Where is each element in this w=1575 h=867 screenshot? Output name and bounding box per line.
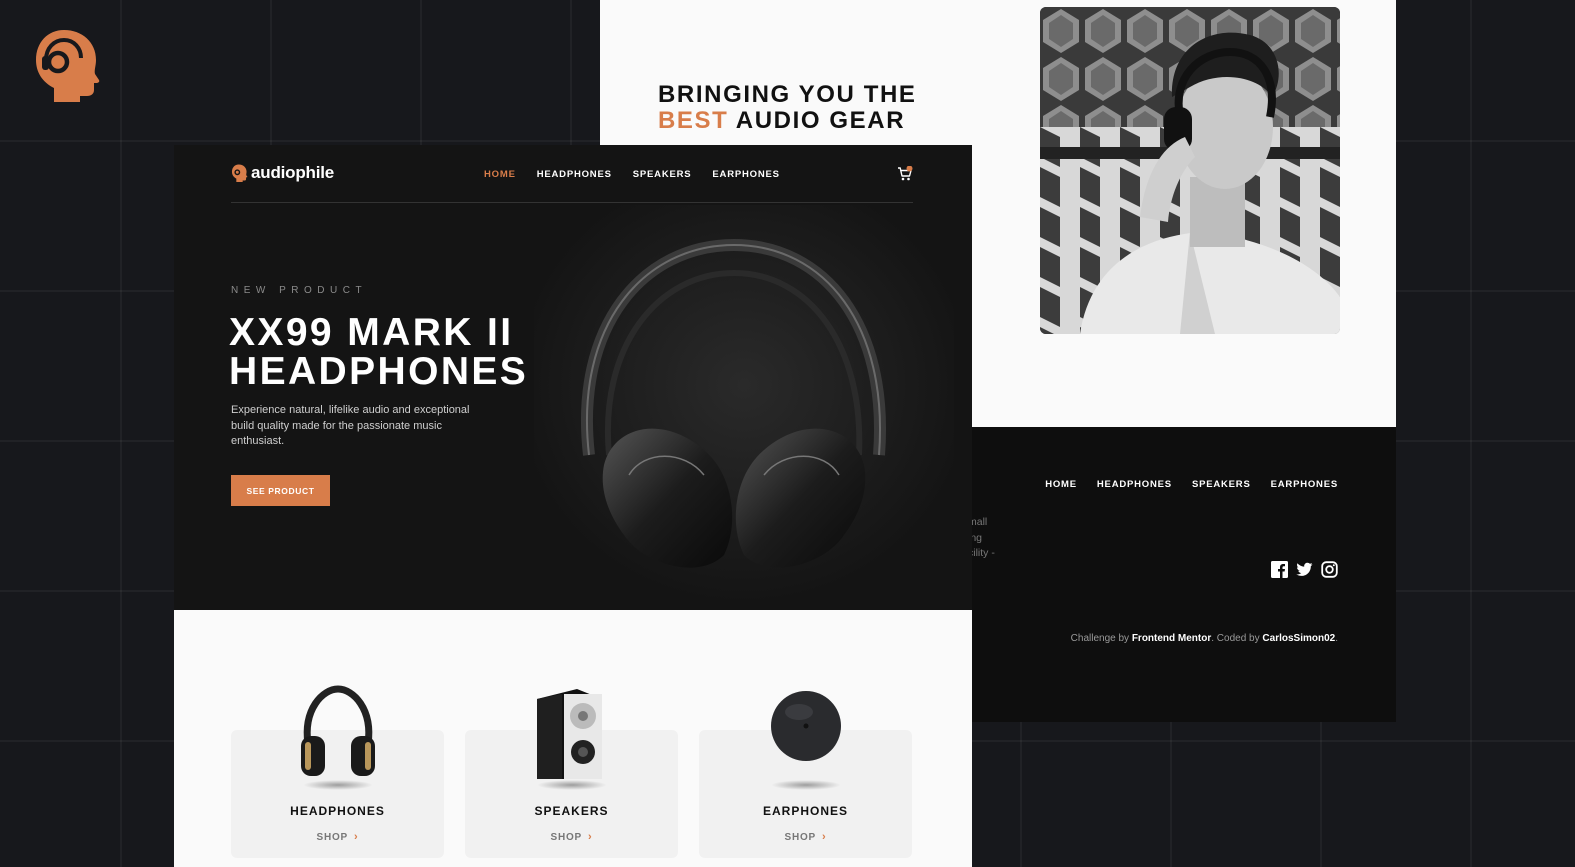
about-title: BRINGING YOU THE BEST AUDIO GEAR <box>658 82 917 134</box>
shop-link[interactable]: SHOP › <box>231 831 444 843</box>
footer-nav-earphones[interactable]: EARPHONES <box>1271 479 1338 490</box>
category-card-earphones[interactable]: EARPHONES SHOP › <box>699 691 912 858</box>
category-title: SPEAKERS <box>534 804 609 818</box>
footer-page: HOME HEADPHONES SPEAKERS EARPHONES mall … <box>900 427 1396 722</box>
footer-nav-home[interactable]: HOME <box>1045 479 1077 490</box>
credit-mid: . Coded by <box>1211 633 1263 644</box>
site-logo[interactable]: audiophile <box>231 163 334 183</box>
headphones-hero-image <box>534 205 954 605</box>
footer-social <box>1271 561 1338 578</box>
about-photo <box>1040 7 1340 334</box>
shop-label: SHOP <box>316 832 349 843</box>
shop-link[interactable]: SHOP › <box>465 831 678 843</box>
nav-speakers[interactable]: SPEAKERS <box>633 169 692 180</box>
nav-headphones[interactable]: HEADPHONES <box>537 169 612 180</box>
hero-description: Experience natural, lifelike audio and e… <box>231 404 470 447</box>
brand-head-logo-icon <box>36 30 100 102</box>
credit-prefix: Challenge by <box>1070 633 1132 644</box>
nav-earphones[interactable]: EARPHONES <box>712 169 779 180</box>
chevron-right-icon: › <box>822 831 827 843</box>
speaker-thumbnail <box>536 689 602 779</box>
chevron-right-icon: › <box>354 831 359 843</box>
footer-partial-line: ing <box>968 531 983 544</box>
facebook-icon[interactable] <box>1271 561 1288 578</box>
category-card-headphones[interactable]: HEADPHONES SHOP › <box>231 685 444 858</box>
main-page: audiophile HOME HEADPHONES SPEAKERS EARP… <box>174 145 972 867</box>
footer-partial-line: mall <box>968 516 988 528</box>
about-title-accent: BEST <box>658 107 729 134</box>
see-product-button[interactable]: SEE PRODUCT <box>231 475 330 506</box>
about-title-rest: AUDIO GEAR <box>728 107 906 134</box>
shop-link[interactable]: SHOP › <box>699 831 912 843</box>
cart-icon[interactable] <box>897 166 913 182</box>
footer-credit: Challenge by Frontend Mentor. Coded by C… <box>1071 633 1338 644</box>
category-card-speakers[interactable]: SPEAKERS SHOP › <box>465 689 678 858</box>
category-title: HEADPHONES <box>290 804 385 818</box>
footer-nav-headphones[interactable]: HEADPHONES <box>1097 479 1172 490</box>
twitter-icon[interactable] <box>1296 561 1313 578</box>
about-title-line1: BRINGING YOU THE <box>658 81 917 108</box>
author-link[interactable]: CarlosSimon02 <box>1262 633 1335 644</box>
logo-head-icon <box>231 164 248 182</box>
logo-wordmark: audiophile <box>251 163 335 182</box>
category-title: EARPHONES <box>762 804 848 818</box>
footer-nav-speakers[interactable]: SPEAKERS <box>1192 479 1251 490</box>
hero-overline: NEW PRODUCT <box>231 285 368 296</box>
shop-label: SHOP <box>784 832 817 843</box>
headphones-thumbnail <box>300 685 375 776</box>
instagram-icon[interactable] <box>1321 561 1338 578</box>
credit-suffix: . <box>1335 633 1338 644</box>
main-nav: HOME HEADPHONES SPEAKERS EARPHONES <box>484 169 780 180</box>
footer-partial-line: cility - <box>968 547 995 559</box>
category-cards: HEADPHONES SHOP › SPEAKERS SHOP › EARPHONE… <box>231 685 912 858</box>
nav-home[interactable]: HOME <box>484 169 516 180</box>
earphones-case-thumbnail <box>770 691 841 761</box>
chevron-right-icon: › <box>588 831 593 843</box>
frontend-mentor-link[interactable]: Frontend Mentor <box>1132 633 1211 644</box>
site-header: audiophile HOME HEADPHONES SPEAKERS EARP… <box>231 163 913 203</box>
footer-nav: HOME HEADPHONES SPEAKERS EARPHONES <box>1045 479 1338 490</box>
hero-title: XX99 MARK II HEADPHONES <box>229 311 529 393</box>
shop-label: SHOP <box>550 832 583 843</box>
hero-section: audiophile HOME HEADPHONES SPEAKERS EARP… <box>174 145 972 610</box>
footer-description-partial: mall ing cility - <box>968 515 1008 562</box>
